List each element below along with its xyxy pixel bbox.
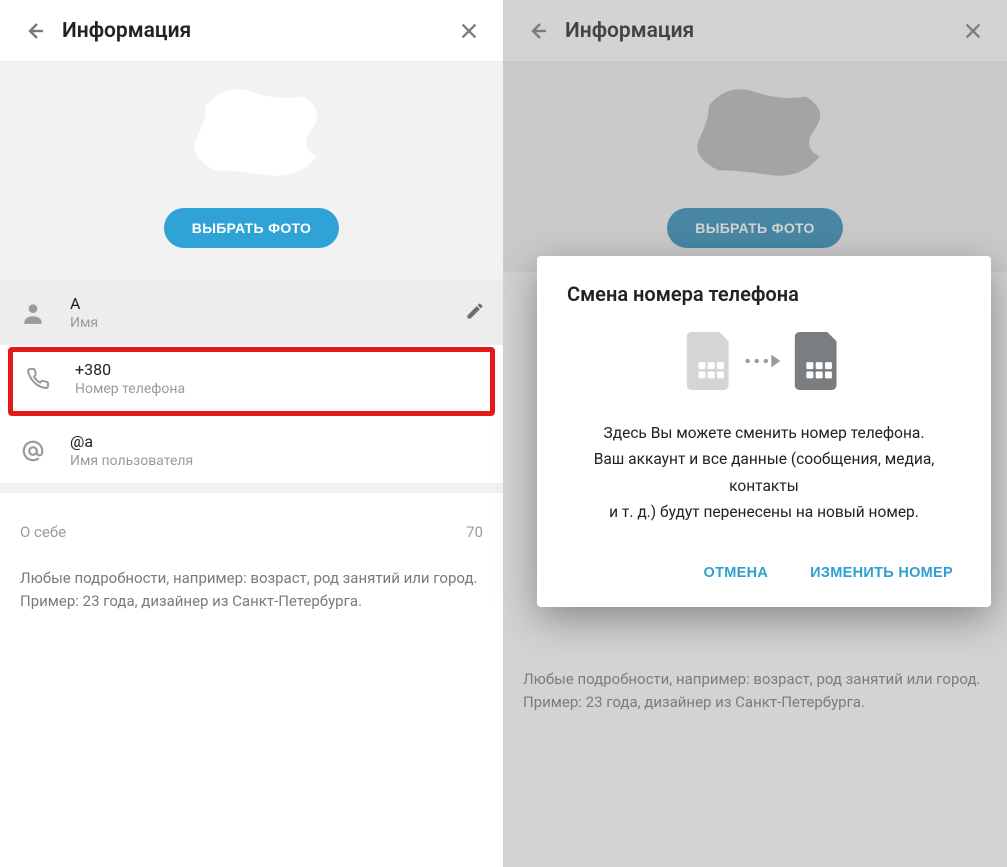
back-button[interactable] xyxy=(14,11,54,51)
photo-area: ВЫБРАТЬ ФОТО xyxy=(0,62,503,272)
at-icon xyxy=(20,438,46,464)
about-hint-line1: Любые подробности, например: возраст, ро… xyxy=(20,567,483,590)
close-icon xyxy=(458,20,480,42)
close-icon xyxy=(962,20,984,42)
about-hint-line2: Пример: 23 года, дизайнер из Санкт-Петер… xyxy=(20,590,483,613)
cancel-button[interactable]: ОТМЕНА xyxy=(700,555,773,591)
back-arrow-icon xyxy=(525,19,549,43)
about-hint-line1: Любые подробности, например: возраст, ро… xyxy=(523,668,987,691)
separator xyxy=(0,483,503,493)
close-button[interactable] xyxy=(953,11,993,51)
page-title: Информация xyxy=(62,19,449,43)
dialog-line3: и т. д.) будут перенесены на новый номер… xyxy=(567,499,961,525)
confirm-button[interactable]: ИЗМЕНИТЬ НОМЕР xyxy=(806,555,957,591)
about-header: О себе 70 xyxy=(0,493,503,551)
back-arrow-icon xyxy=(22,19,46,43)
right-pane: Информация ВЫБРАТЬ ФОТО Любые подробност… xyxy=(503,0,1007,867)
name-row[interactable]: A Имя xyxy=(0,280,503,345)
dialog-line1: Здесь Вы можете сменить номер телефона. xyxy=(567,420,961,446)
pencil-icon xyxy=(465,301,485,321)
about-hint: Любые подробности, например: возраст, ро… xyxy=(503,652,1007,729)
separator xyxy=(0,272,503,280)
page-title: Информация xyxy=(565,19,953,43)
dialog-line2: Ваш аккаунт и все данные (сообщения, мед… xyxy=(567,446,961,499)
close-button[interactable] xyxy=(449,11,489,51)
phone-icon xyxy=(26,367,50,391)
person-icon xyxy=(20,300,46,326)
dialog-actions: ОТМЕНА ИЗМЕНИТЬ НОМЕР xyxy=(567,555,961,591)
dialog-body: Здесь Вы можете сменить номер телефона. … xyxy=(567,420,961,525)
avatar-placeholder xyxy=(660,78,850,198)
name-value: A xyxy=(70,294,443,313)
username-value: @a xyxy=(70,432,485,451)
about-counter: 70 xyxy=(466,523,483,541)
photo-area: ВЫБРАТЬ ФОТО xyxy=(503,62,1007,272)
about-label: О себе xyxy=(20,523,466,541)
sim-illustration xyxy=(567,332,961,390)
sim-new-icon xyxy=(794,332,842,390)
back-button[interactable] xyxy=(517,11,557,51)
header: Информация xyxy=(503,0,1007,62)
avatar-placeholder xyxy=(157,78,347,198)
about-hint: Любые подробности, например: возраст, ро… xyxy=(0,551,503,628)
username-label: Имя пользователя xyxy=(70,453,485,469)
about-hint-line2: Пример: 23 года, дизайнер из Санкт-Петер… xyxy=(523,691,987,714)
phone-label: Номер телефона xyxy=(75,381,480,397)
left-pane: Информация ВЫБРАТЬ ФОТО A Имя +380 Номер… xyxy=(0,0,503,867)
edit-name-button[interactable] xyxy=(465,301,485,325)
sim-old-icon xyxy=(686,332,734,390)
arrow-dots-icon xyxy=(744,353,784,369)
dialog-title: Смена номера телефона xyxy=(567,282,961,306)
header: Информация xyxy=(0,0,503,62)
choose-photo-button[interactable]: ВЫБРАТЬ ФОТО xyxy=(164,208,339,248)
phone-row[interactable]: +380 Номер телефона xyxy=(8,347,495,416)
choose-photo-button[interactable]: ВЫБРАТЬ ФОТО xyxy=(667,208,842,248)
phone-value: +380 xyxy=(75,360,480,379)
username-row[interactable]: @a Имя пользователя xyxy=(0,418,503,483)
change-number-dialog: Смена номера телефона Здесь Вы можете см… xyxy=(537,256,991,607)
name-label: Имя xyxy=(70,315,443,331)
